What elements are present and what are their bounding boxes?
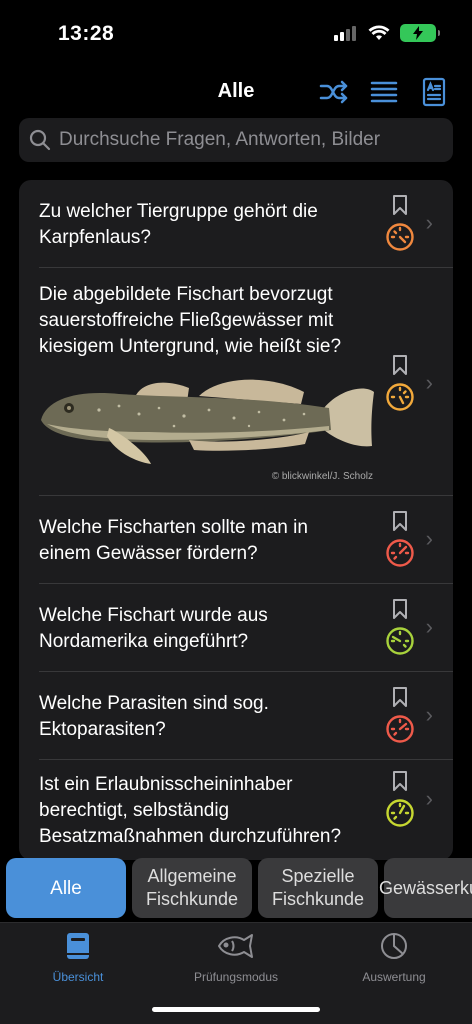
question-text: Ist ein Erlaubnisscheininhaber berechtig… — [39, 774, 342, 847]
chevron-right-icon: › — [425, 702, 433, 727]
tab-uebersicht[interactable]: Übersicht — [8, 931, 148, 984]
status-time: 13:28 — [58, 22, 115, 45]
search-icon — [29, 129, 51, 151]
bookmark-icon[interactable] — [392, 598, 408, 620]
question-text: Welche Fischart wurde aus Nordamerika ei… — [39, 605, 268, 652]
question-text: Die abgebildete Fischart bevorzugt sauer… — [39, 284, 342, 357]
flashcard-icon — [422, 77, 446, 107]
tab-label: Auswertung — [362, 970, 426, 984]
status-bar: 13:28 — [0, 0, 472, 70]
signal-icon — [334, 26, 356, 41]
list-icon — [370, 81, 398, 103]
nav-bar: Alle — [0, 70, 472, 114]
pie-chart-icon — [381, 933, 407, 959]
flashcard-button[interactable] — [418, 76, 450, 108]
list-item[interactable]: Zu welcher Tiergruppe gehört die Karpfen… — [39, 180, 453, 268]
bookmark-icon[interactable] — [392, 194, 408, 216]
bookmark-icon[interactable] — [392, 770, 408, 792]
chevron-right-icon: › — [425, 210, 433, 235]
chip-spezielle-fischkunde[interactable]: Spezielle Fischkunde — [258, 858, 378, 918]
bookmark-icon[interactable] — [392, 510, 408, 532]
chevron-right-icon: › — [425, 786, 433, 811]
chip-gewaesserkunde[interactable]: Gewässerkunde — [379, 858, 472, 918]
status-icons — [334, 24, 440, 42]
difficulty-gauge-icon — [386, 715, 414, 743]
difficulty-gauge-icon — [386, 799, 414, 827]
question-text: Zu welcher Tiergruppe gehört die Karpfen… — [39, 201, 318, 248]
home-indicator — [152, 1007, 320, 1012]
category-chip-bar: Alle Allgemeine Fischkunde Spezielle Fis… — [0, 855, 472, 921]
list-item[interactable]: Die abgebildete Fischart bevorzugt sauer… — [39, 268, 453, 496]
wifi-icon — [368, 25, 390, 40]
question-text: Welche Parasiten sind sog. Ektoparasiten… — [39, 693, 269, 740]
search-input[interactable] — [59, 129, 439, 151]
shuffle-button[interactable] — [318, 76, 350, 108]
difficulty-gauge-icon — [386, 627, 414, 655]
tab-label: Übersicht — [52, 970, 104, 984]
chip-allgemeine-fischkunde[interactable]: Allgemeine Fischkunde — [132, 858, 252, 918]
question-list: Zu welcher Tiergruppe gehört die Karpfen… — [19, 180, 453, 860]
difficulty-gauge-icon — [386, 539, 414, 567]
bookmark-icon[interactable] — [392, 354, 408, 376]
chevron-right-icon: › — [425, 370, 433, 395]
list-item[interactable]: Welche Fischart wurde aus Nordamerika ei… — [39, 584, 453, 672]
bookmark-icon[interactable] — [392, 686, 408, 708]
tab-label: Prüfungsmodus — [193, 970, 279, 984]
chevron-right-icon: › — [425, 526, 433, 551]
book-icon — [67, 933, 89, 959]
list-item[interactable]: Ist ein Erlaubnisscheininhaber berechtig… — [39, 760, 453, 860]
battery-icon — [400, 24, 440, 42]
difficulty-gauge-icon — [386, 223, 414, 251]
tab-auswertung[interactable]: Auswertung — [324, 931, 464, 984]
chip-alle[interactable]: Alle — [6, 858, 126, 918]
shuffle-icon — [319, 80, 348, 104]
list-item[interactable]: Welche Fischarten sollte man in einem Ge… — [39, 496, 453, 584]
fish-image: © blickwinkel/J. Scholz — [39, 370, 379, 482]
fish-icon — [218, 934, 253, 958]
chevron-right-icon: › — [425, 614, 433, 639]
question-text: Welche Fischarten sollte man in einem Ge… — [39, 517, 308, 564]
search-bar[interactable] — [19, 118, 453, 162]
list-view-button[interactable] — [368, 76, 400, 108]
list-item[interactable]: Welche Parasiten sind sog. Ektoparasiten… — [39, 672, 453, 760]
fish-illustration — [41, 379, 374, 464]
image-credit: © blickwinkel/J. Scholz — [271, 471, 373, 482]
difficulty-gauge-icon — [386, 383, 414, 411]
tab-pruefungsmodus[interactable]: Prüfungsmodus — [166, 931, 306, 984]
